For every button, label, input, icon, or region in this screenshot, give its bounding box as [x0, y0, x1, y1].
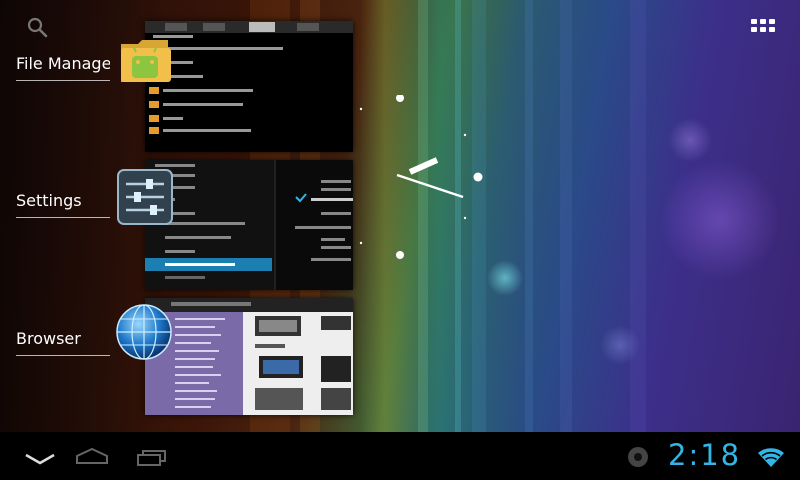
recent-app-label-browser[interactable]: Browser [16, 329, 110, 356]
notification-icon[interactable] [627, 446, 649, 468]
recent-apps-icon[interactable] [134, 444, 170, 470]
search-icon[interactable] [26, 16, 48, 38]
globe-icon [116, 304, 172, 360]
file-manager-screenshot [145, 21, 353, 134]
browser-screenshot [145, 298, 353, 415]
analog-clock-widget[interactable] [355, 95, 485, 265]
grid-dot [760, 19, 766, 24]
settings-screenshot [145, 160, 353, 290]
recent-app-label-file-manager[interactable]: File Manager [16, 54, 110, 81]
grid-dot [751, 19, 757, 24]
recent-app-thumbnail-settings[interactable] [145, 160, 353, 290]
folder-android-icon [121, 40, 171, 82]
home-icon[interactable] [72, 444, 112, 470]
wifi-icon [758, 448, 784, 467]
recent-app-thumbnail-browser[interactable] [145, 298, 353, 415]
back-icon[interactable] [20, 444, 60, 470]
status-bar-clock[interactable]: 2:18 [668, 438, 758, 474]
recent-app-label-settings[interactable]: Settings [16, 191, 110, 218]
sliders-icon [117, 169, 173, 225]
grid-dot [769, 27, 775, 32]
grid-dot [751, 27, 757, 32]
recent-app-thumbnail-file-manager[interactable] [145, 21, 353, 152]
wallpaper-streak [630, 0, 646, 432]
wallpaper-streak [525, 0, 533, 432]
all-apps-grid-icon[interactable] [750, 18, 778, 38]
wallpaper-streak [560, 0, 572, 432]
grid-dot [760, 27, 766, 32]
grid-dot [769, 19, 775, 24]
